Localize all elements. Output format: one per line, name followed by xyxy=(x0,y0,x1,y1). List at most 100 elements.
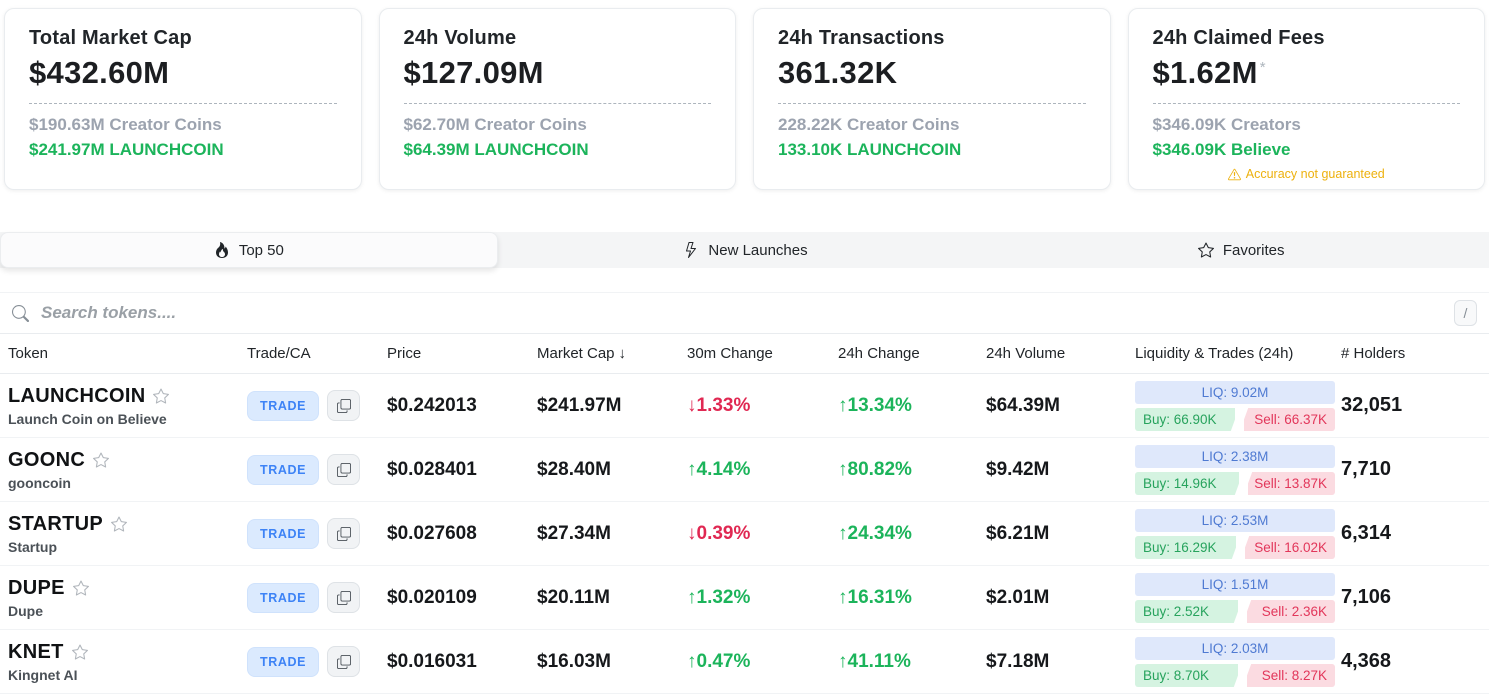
table-row[interactable]: GOONC gooncoin TRADE $0.028401 $28.40M ↑… xyxy=(0,438,1489,502)
footnote-asterisk: * xyxy=(1260,59,1266,76)
column-header-market-cap[interactable]: Market Cap↓ xyxy=(537,345,687,362)
trade-ca-cell: TRADE xyxy=(247,454,387,485)
buy-segment: Buy: 2.52K xyxy=(1135,600,1238,623)
copy-icon xyxy=(337,527,351,541)
token-ticker: GOONC xyxy=(8,449,85,472)
table-header-row: Token Trade/CA Price Market Cap↓ 30m Cha… xyxy=(0,334,1489,374)
trade-ca-cell: TRADE xyxy=(247,518,387,549)
volume-24h-cell: $9.42M xyxy=(986,459,1135,481)
card-sub-gray: $62.70M Creator Coins xyxy=(404,115,712,135)
buy-sell-bar: Buy: 2.52K Sell: 2.36K xyxy=(1135,600,1335,623)
accuracy-warning: Accuracy not guaranteed xyxy=(1153,167,1461,181)
card-sub-gray: 228.22K Creator Coins xyxy=(778,115,1086,135)
table-row[interactable]: LAUNCHCOIN Launch Coin on Believe TRADE … xyxy=(0,374,1489,438)
change-24h-cell: ↑80.82% xyxy=(838,459,986,481)
liquidity-bar: LIQ: 1.51M xyxy=(1135,573,1335,596)
card-value-text: $127.09M xyxy=(404,55,544,90)
search-icon xyxy=(12,305,29,322)
tab-new-launches[interactable]: New Launches xyxy=(498,232,994,268)
liquidity-cell: LIQ: 2.38M Buy: 14.96K Sell: 13.87K xyxy=(1135,445,1335,495)
holders-cell: 7,106 xyxy=(1341,586,1489,609)
liquidity-bar: LIQ: 2.53M xyxy=(1135,509,1335,532)
trade-button[interactable]: TRADE xyxy=(247,519,319,549)
warning-triangle-icon xyxy=(1228,168,1241,181)
price-cell: $0.016031 xyxy=(387,651,537,673)
buy-segment: Buy: 14.96K xyxy=(1135,472,1239,495)
holders-cell: 4,368 xyxy=(1341,650,1489,673)
sell-segment: Sell: 13.87K xyxy=(1248,472,1335,495)
favorite-star-icon[interactable] xyxy=(73,580,89,596)
copy-address-button[interactable] xyxy=(327,582,360,613)
trade-button[interactable]: TRADE xyxy=(247,455,319,485)
copy-address-button[interactable] xyxy=(327,454,360,485)
market-cap-cell: $16.03M xyxy=(537,651,687,673)
copy-address-button[interactable] xyxy=(327,518,360,549)
column-header-liquidity[interactable]: Liquidity & Trades (24h) xyxy=(1135,345,1341,362)
favorite-star-icon[interactable] xyxy=(111,516,127,532)
token-table-body: LAUNCHCOIN Launch Coin on Believe TRADE … xyxy=(0,374,1489,694)
tab-label: Top 50 xyxy=(239,242,284,259)
table-row[interactable]: STARTUP Startup TRADE $0.027608 $27.34M … xyxy=(0,502,1489,566)
liquidity-cell: LIQ: 2.03M Buy: 8.70K Sell: 8.27K xyxy=(1135,637,1335,687)
market-cap-cell: $241.97M xyxy=(537,395,687,417)
divider xyxy=(1153,103,1461,104)
star-icon xyxy=(1198,242,1214,258)
stat-card-total-market-cap: Total Market Cap $432.60M $190.63M Creat… xyxy=(4,8,362,190)
volume-24h-cell: $2.01M xyxy=(986,587,1135,609)
trade-ca-cell: TRADE xyxy=(247,390,387,421)
search-input[interactable] xyxy=(39,302,1444,324)
column-header-30m-change[interactable]: 30m Change xyxy=(687,345,838,362)
card-title: 24h Claimed Fees xyxy=(1153,27,1461,50)
column-header-24h-change[interactable]: 24h Change xyxy=(838,345,986,362)
favorite-star-icon[interactable] xyxy=(153,388,169,404)
token-cell: GOONC gooncoin xyxy=(0,449,247,491)
token-cell: KNET Kingnet AI xyxy=(0,641,247,683)
column-header-holders[interactable]: # Holders xyxy=(1341,345,1489,362)
tab-label: New Launches xyxy=(708,242,807,259)
favorite-star-icon[interactable] xyxy=(93,452,109,468)
copy-address-button[interactable] xyxy=(327,390,360,421)
stat-card-24h-volume: 24h Volume $127.09M $62.70M Creator Coin… xyxy=(379,8,737,190)
buy-segment: Buy: 16.29K xyxy=(1135,536,1236,559)
tab-favorites[interactable]: Favorites xyxy=(993,232,1489,268)
column-header-trade-ca[interactable]: Trade/CA xyxy=(247,345,387,362)
tab-bar: Top 50 New Launches Favorites xyxy=(0,232,1489,268)
market-cap-cell: $20.11M xyxy=(537,587,687,609)
copy-address-button[interactable] xyxy=(327,646,360,677)
card-sub-gray: $346.09K Creators xyxy=(1153,115,1461,135)
trade-button[interactable]: TRADE xyxy=(247,391,319,421)
table-row[interactable]: KNET Kingnet AI TRADE $0.016031 $16.03M … xyxy=(0,630,1489,694)
column-header-24h-volume[interactable]: 24h Volume xyxy=(986,345,1135,362)
buy-sell-bar: Buy: 66.90K Sell: 66.37K xyxy=(1135,408,1335,431)
sell-segment: Sell: 66.37K xyxy=(1244,408,1335,431)
card-value: $127.09M xyxy=(404,55,712,91)
token-ticker: LAUNCHCOIN xyxy=(8,385,145,408)
trade-ca-cell: TRADE xyxy=(247,646,387,677)
change-30m-cell: ↓0.39% xyxy=(687,523,838,545)
buy-segment: Buy: 8.70K xyxy=(1135,664,1238,687)
favorite-star-icon[interactable] xyxy=(72,644,88,660)
trade-button[interactable]: TRADE xyxy=(247,583,319,613)
holders-cell: 6,314 xyxy=(1341,522,1489,545)
change-30m-cell: ↑0.47% xyxy=(687,651,838,673)
table-row[interactable]: DUPE Dupe TRADE $0.020109 $20.11M ↑1.32%… xyxy=(0,566,1489,630)
liquidity-bar: LIQ: 2.38M xyxy=(1135,445,1335,468)
tab-top-50[interactable]: Top 50 xyxy=(0,232,498,268)
price-cell: $0.020109 xyxy=(387,587,537,609)
stat-card-24h-claimed-fees: 24h Claimed Fees $1.62M* $346.09K Creato… xyxy=(1128,8,1486,190)
card-value-text: $1.62M xyxy=(1153,55,1258,90)
card-sub-green: $64.39M LAUNCHCOIN xyxy=(404,140,712,160)
copy-icon xyxy=(337,399,351,413)
change-30m-cell: ↓1.33% xyxy=(687,395,838,417)
card-sub-gray: $190.63M Creator Coins xyxy=(29,115,337,135)
column-header-label: Market Cap xyxy=(537,345,615,362)
column-header-price[interactable]: Price xyxy=(387,345,537,362)
card-value: $432.60M xyxy=(29,55,337,91)
token-ticker: DUPE xyxy=(8,577,65,600)
trade-ca-cell: TRADE xyxy=(247,582,387,613)
buy-sell-bar: Buy: 16.29K Sell: 16.02K xyxy=(1135,536,1335,559)
trade-button[interactable]: TRADE xyxy=(247,647,319,677)
liquidity-cell: LIQ: 9.02M Buy: 66.90K Sell: 66.37K xyxy=(1135,381,1335,431)
token-ticker: KNET xyxy=(8,641,64,664)
column-header-token[interactable]: Token xyxy=(0,345,247,362)
